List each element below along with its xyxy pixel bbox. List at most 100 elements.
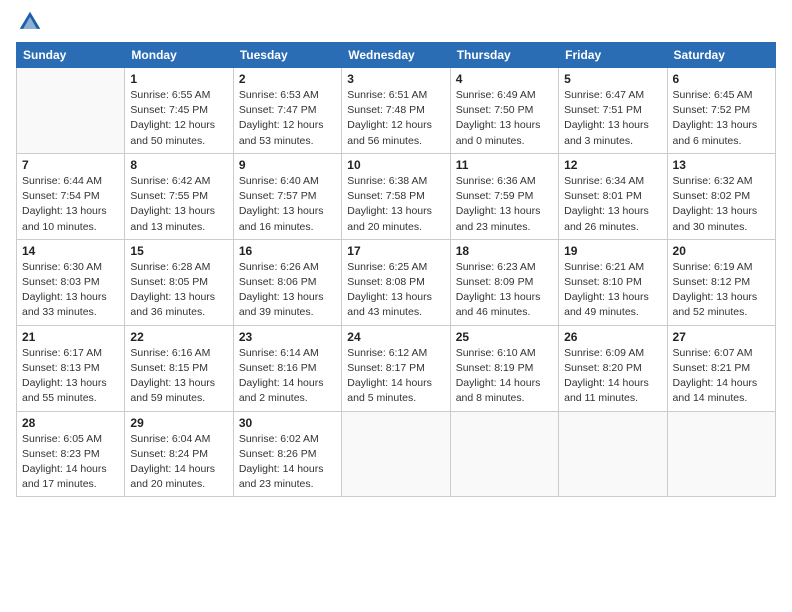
day-info: Sunrise: 6:34 AMSunset: 8:01 PMDaylight:…: [564, 174, 661, 235]
day-number: 22: [130, 330, 227, 344]
day-number: 28: [22, 416, 119, 430]
calendar-cell: 3 Sunrise: 6:51 AMSunset: 7:48 PMDaylight…: [342, 68, 450, 154]
day-number: 23: [239, 330, 336, 344]
day-info: Sunrise: 6:21 AMSunset: 8:10 PMDaylight:…: [564, 260, 661, 321]
day-number: 19: [564, 244, 661, 258]
day-info: Sunrise: 6:32 AMSunset: 8:02 PMDaylight:…: [673, 174, 770, 235]
day-number: 1: [130, 72, 227, 86]
calendar-cell: 6 Sunrise: 6:45 AMSunset: 7:52 PMDaylight…: [667, 68, 775, 154]
calendar-cell: [342, 411, 450, 497]
day-number: 17: [347, 244, 444, 258]
day-info: Sunrise: 6:04 AMSunset: 8:24 PMDaylight:…: [130, 432, 227, 493]
week-row-2: 7 Sunrise: 6:44 AMSunset: 7:54 PMDaylight…: [17, 153, 776, 239]
day-number: 14: [22, 244, 119, 258]
calendar-cell: 29 Sunrise: 6:04 AMSunset: 8:24 PMDayligh…: [125, 411, 233, 497]
day-number: 2: [239, 72, 336, 86]
day-number: 6: [673, 72, 770, 86]
calendar-cell: 4 Sunrise: 6:49 AMSunset: 7:50 PMDaylight…: [450, 68, 558, 154]
calendar-cell: 28 Sunrise: 6:05 AMSunset: 8:23 PMDayligh…: [17, 411, 125, 497]
calendar-cell: 27 Sunrise: 6:07 AMSunset: 8:21 PMDayligh…: [667, 325, 775, 411]
day-number: 21: [22, 330, 119, 344]
day-number: 7: [22, 158, 119, 172]
week-row-4: 21 Sunrise: 6:17 AMSunset: 8:13 PMDayligh…: [17, 325, 776, 411]
logo: [16, 10, 42, 34]
day-info: Sunrise: 6:19 AMSunset: 8:12 PMDaylight:…: [673, 260, 770, 321]
day-number: 11: [456, 158, 553, 172]
day-number: 12: [564, 158, 661, 172]
day-number: 13: [673, 158, 770, 172]
day-info: Sunrise: 6:49 AMSunset: 7:50 PMDaylight:…: [456, 88, 553, 149]
day-number: 20: [673, 244, 770, 258]
calendar-cell: 13 Sunrise: 6:32 AMSunset: 8:02 PMDayligh…: [667, 153, 775, 239]
day-number: 30: [239, 416, 336, 430]
day-info: Sunrise: 6:26 AMSunset: 8:06 PMDaylight:…: [239, 260, 336, 321]
day-info: Sunrise: 6:16 AMSunset: 8:15 PMDaylight:…: [130, 346, 227, 407]
day-number: 8: [130, 158, 227, 172]
day-info: Sunrise: 6:17 AMSunset: 8:13 PMDaylight:…: [22, 346, 119, 407]
day-number: 18: [456, 244, 553, 258]
weekday-header-friday: Friday: [559, 43, 667, 68]
calendar-cell: 26 Sunrise: 6:09 AMSunset: 8:20 PMDayligh…: [559, 325, 667, 411]
calendar-cell: 10Sunrise: 6:38 AMSunset: 7:58 PMDayligh…: [342, 153, 450, 239]
calendar-cell: 14 Sunrise: 6:30 AMSunset: 8:03 PMDayligh…: [17, 239, 125, 325]
day-info: Sunrise: 6:55 AMSunset: 7:45 PMDaylight:…: [130, 88, 227, 149]
weekday-header-wednesday: Wednesday: [342, 43, 450, 68]
day-number: 15: [130, 244, 227, 258]
day-info: Sunrise: 6:05 AMSunset: 8:23 PMDaylight:…: [22, 432, 119, 493]
calendar-cell: 7 Sunrise: 6:44 AMSunset: 7:54 PMDaylight…: [17, 153, 125, 239]
day-info: Sunrise: 6:45 AMSunset: 7:52 PMDaylight:…: [673, 88, 770, 149]
calendar-cell: 19 Sunrise: 6:21 AMSunset: 8:10 PMDayligh…: [559, 239, 667, 325]
calendar-cell: 5 Sunrise: 6:47 AMSunset: 7:51 PMDaylight…: [559, 68, 667, 154]
calendar-cell: [17, 68, 125, 154]
day-info: Sunrise: 6:23 AMSunset: 8:09 PMDaylight:…: [456, 260, 553, 321]
calendar-cell: [450, 411, 558, 497]
day-info: Sunrise: 6:14 AMSunset: 8:16 PMDaylight:…: [239, 346, 336, 407]
weekday-header-thursday: Thursday: [450, 43, 558, 68]
day-number: 27: [673, 330, 770, 344]
calendar-cell: 30 Sunrise: 6:02 AMSunset: 8:26 PMDayligh…: [233, 411, 341, 497]
calendar-cell: 21 Sunrise: 6:17 AMSunset: 8:13 PMDayligh…: [17, 325, 125, 411]
weekday-header-saturday: Saturday: [667, 43, 775, 68]
calendar-cell: 15 Sunrise: 6:28 AMSunset: 8:05 PMDayligh…: [125, 239, 233, 325]
calendar-cell: 20 Sunrise: 6:19 AMSunset: 8:12 PMDayligh…: [667, 239, 775, 325]
day-info: Sunrise: 6:12 AMSunset: 8:17 PMDaylight:…: [347, 346, 444, 407]
day-number: 5: [564, 72, 661, 86]
week-row-1: 1 Sunrise: 6:55 AMSunset: 7:45 PMDaylight…: [17, 68, 776, 154]
day-info: Sunrise: 6:51 AMSunset: 7:48 PMDaylight:…: [347, 88, 444, 149]
calendar-cell: 25Sunrise: 6:10 AMSunset: 8:19 PMDayligh…: [450, 325, 558, 411]
calendar-cell: 11 Sunrise: 6:36 AMSunset: 7:59 PMDayligh…: [450, 153, 558, 239]
week-row-5: 28 Sunrise: 6:05 AMSunset: 8:23 PMDayligh…: [17, 411, 776, 497]
day-info: Sunrise: 6:53 AMSunset: 7:47 PMDaylight:…: [239, 88, 336, 149]
day-number: 4: [456, 72, 553, 86]
calendar-cell: [559, 411, 667, 497]
day-number: 16: [239, 244, 336, 258]
calendar-cell: 9Sunrise: 6:40 AMSunset: 7:57 PMDaylight…: [233, 153, 341, 239]
week-row-3: 14 Sunrise: 6:30 AMSunset: 8:03 PMDayligh…: [17, 239, 776, 325]
day-number: 29: [130, 416, 227, 430]
day-info: Sunrise: 6:09 AMSunset: 8:20 PMDaylight:…: [564, 346, 661, 407]
calendar-cell: 23 Sunrise: 6:14 AMSunset: 8:16 PMDayligh…: [233, 325, 341, 411]
day-info: Sunrise: 6:28 AMSunset: 8:05 PMDaylight:…: [130, 260, 227, 321]
calendar-cell: [667, 411, 775, 497]
day-info: Sunrise: 6:47 AMSunset: 7:51 PMDaylight:…: [564, 88, 661, 149]
weekday-header-row: SundayMondayTuesdayWednesdayThursdayFrid…: [17, 43, 776, 68]
calendar-cell: 24 Sunrise: 6:12 AMSunset: 8:17 PMDayligh…: [342, 325, 450, 411]
day-info: Sunrise: 6:44 AMSunset: 7:54 PMDaylight:…: [22, 174, 119, 235]
day-info: Sunrise: 6:30 AMSunset: 8:03 PMDaylight:…: [22, 260, 119, 321]
calendar-cell: 16 Sunrise: 6:26 AMSunset: 8:06 PMDayligh…: [233, 239, 341, 325]
calendar-table: SundayMondayTuesdayWednesdayThursdayFrid…: [16, 42, 776, 497]
day-info: Sunrise: 6:07 AMSunset: 8:21 PMDaylight:…: [673, 346, 770, 407]
day-number: 9: [239, 158, 336, 172]
calendar-cell: 18 Sunrise: 6:23 AMSunset: 8:09 PMDayligh…: [450, 239, 558, 325]
day-number: 24: [347, 330, 444, 344]
day-number: 26: [564, 330, 661, 344]
day-number: 3: [347, 72, 444, 86]
calendar-cell: 8Sunrise: 6:42 AMSunset: 7:55 PMDaylight…: [125, 153, 233, 239]
calendar-cell: 2 Sunrise: 6:53 AMSunset: 7:47 PMDaylight…: [233, 68, 341, 154]
calendar-page: SundayMondayTuesdayWednesdayThursdayFrid…: [0, 0, 792, 612]
day-info: Sunrise: 6:02 AMSunset: 8:26 PMDaylight:…: [239, 432, 336, 493]
day-info: Sunrise: 6:36 AMSunset: 7:59 PMDaylight:…: [456, 174, 553, 235]
calendar-cell: 22 Sunrise: 6:16 AMSunset: 8:15 PMDayligh…: [125, 325, 233, 411]
day-info: Sunrise: 6:10 AMSunset: 8:19 PMDaylight:…: [456, 346, 553, 407]
calendar-cell: 12 Sunrise: 6:34 AMSunset: 8:01 PMDayligh…: [559, 153, 667, 239]
